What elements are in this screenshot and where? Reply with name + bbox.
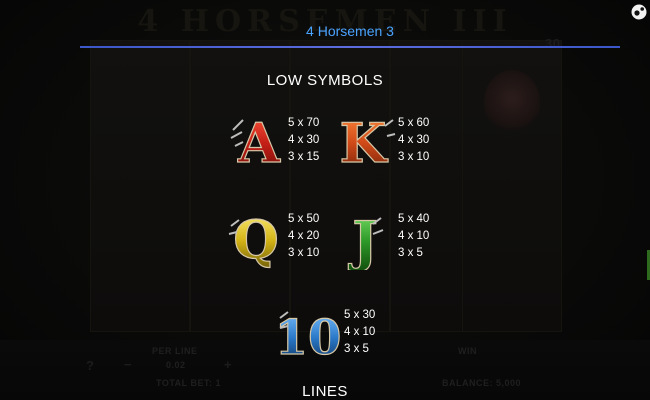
header-divider: [80, 46, 620, 48]
paytable-header: 4 Horsemen 3: [80, 18, 620, 48]
pay-3x: 3 x 10: [398, 151, 430, 163]
pay-4x: 4 x 20: [288, 230, 320, 242]
pay-4x: 4 x 30: [288, 134, 320, 146]
pay-3x: 3 x 5: [398, 247, 423, 259]
pay-3x: 3 x 15: [288, 151, 320, 163]
bet-plus-button[interactable]: +: [224, 357, 232, 372]
close-button[interactable]: [630, 3, 648, 21]
symbol-j-payouts: 5 x 40 4 x 10 3 x 5: [398, 211, 429, 262]
svg-text:K: K: [340, 111, 389, 172]
pay-3x: 3 x 10: [288, 247, 320, 259]
symbol-q-icon: Q: [223, 204, 289, 272]
close-icon: [631, 4, 647, 20]
symbol-k-payouts: 5 x 60 4 x 30 3 x 10: [398, 115, 429, 166]
svg-text:10: 10: [276, 310, 341, 364]
section-title-lines: LINES: [302, 383, 348, 400]
per-line-label: PER LINE: [152, 346, 198, 356]
pay-5x: 5 x 40: [398, 213, 430, 225]
pay-5x: 5 x 50: [288, 213, 320, 225]
pay-5x: 5 x 70: [288, 117, 320, 129]
section-title-low-symbols: LOW SYMBOLS: [266, 72, 384, 89]
symbol-q-payouts: 5 x 50 4 x 20 3 x 10: [288, 211, 319, 262]
svg-text:A: A: [237, 111, 281, 172]
symbol-k-icon: K: [333, 106, 399, 176]
per-line-value: 0.02: [166, 360, 186, 370]
symbol-a-payouts: 5 x 70 4 x 30 3 x 15: [288, 115, 319, 166]
pay-4x: 4 x 30: [398, 134, 430, 146]
symbol-10-payouts: 5 x 30 4 x 10 3 x 5: [344, 307, 375, 358]
symbol-10-icon: 10: [274, 298, 342, 366]
symbol-j-icon: J: [333, 204, 399, 274]
win-label: WIN: [458, 346, 477, 356]
pay-4x: 4 x 10: [398, 230, 430, 242]
paytable-screen: 4 HORSEMEN III 30 ? − PER LINE 0.02 + TO…: [0, 0, 650, 400]
pay-3x: 3 x 5: [344, 343, 369, 355]
help-button[interactable]: ?: [86, 358, 94, 373]
symbol-a-icon: A: [223, 106, 289, 176]
pay-5x: 5 x 60: [398, 117, 430, 129]
svg-text:J: J: [348, 209, 378, 270]
page-title: 4 Horsemen 3: [306, 23, 394, 39]
bet-minus-button[interactable]: −: [124, 357, 132, 372]
pay-4x: 4 x 10: [344, 326, 376, 338]
pay-5x: 5 x 30: [344, 309, 376, 321]
svg-text:Q: Q: [233, 210, 278, 270]
